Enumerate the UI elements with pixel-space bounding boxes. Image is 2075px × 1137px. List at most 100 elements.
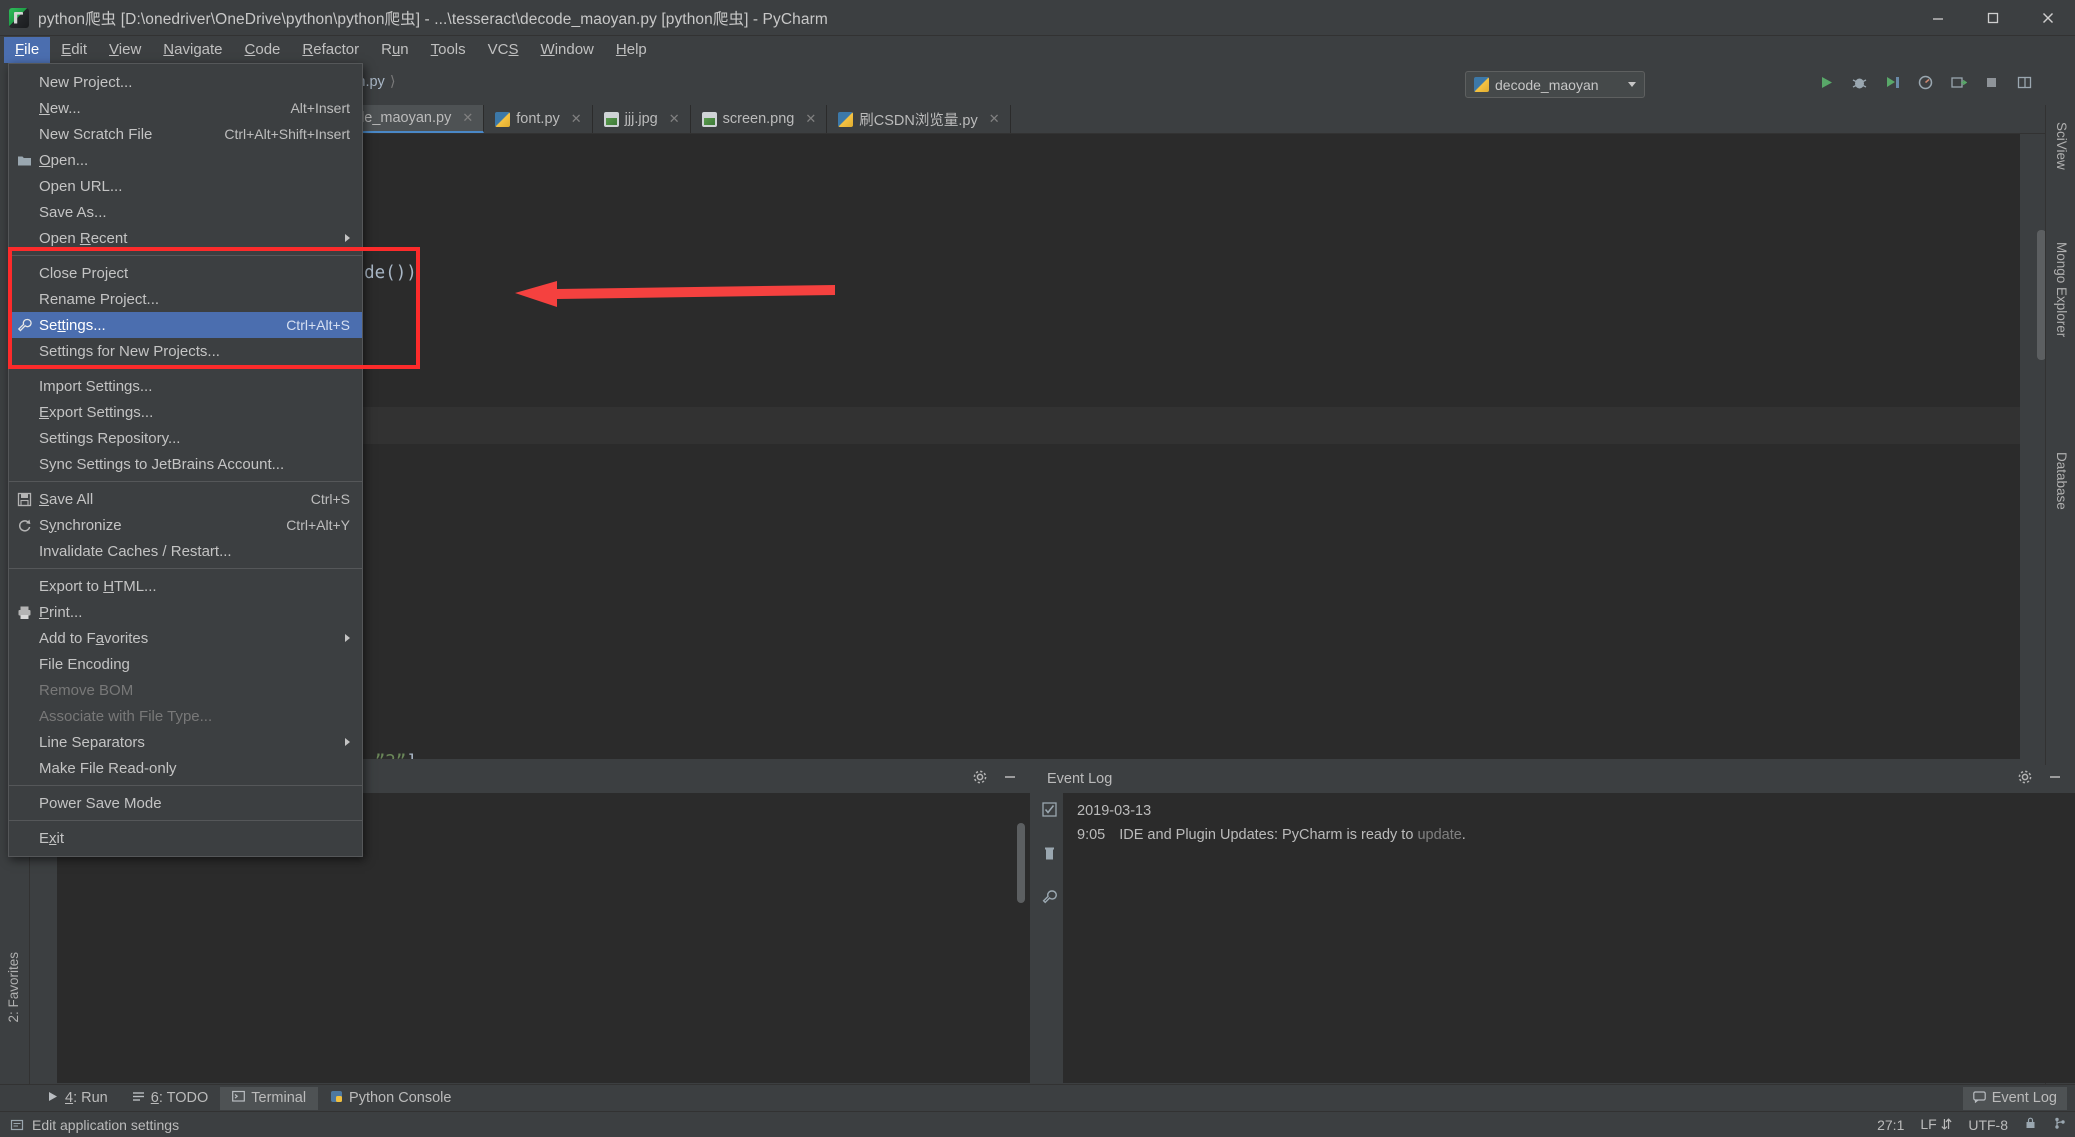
file-menu-item-new[interactable]: New... Alt+Insert <box>9 95 362 121</box>
file-menu-item-open[interactable]: Open... <box>9 147 362 173</box>
file-menu-item-open-url[interactable]: Open URL... <box>9 173 362 199</box>
bottom-tab-python-console[interactable]: Python Console <box>318 1087 463 1110</box>
event-log-update-link[interactable]: update <box>1417 827 1461 843</box>
maximize-button[interactable] <box>1965 0 2020 36</box>
menubar-item-window[interactable]: Window <box>530 37 605 63</box>
profile-button[interactable] <box>1914 71 1936 93</box>
sidebar-item-favorites[interactable]: 2: Favorites <box>2 945 25 1030</box>
file-menu-item-import-settings[interactable]: Import Settings... <box>9 373 362 399</box>
run-configuration-selector[interactable]: decode_maoyan <box>1465 71 1645 98</box>
save-icon <box>16 491 32 507</box>
file-menu-item-label: Make File Read-only <box>39 759 177 777</box>
sidebar-item-mongo-explorer[interactable]: Mongo Explorer <box>2050 235 2073 344</box>
close-icon[interactable]: ✕ <box>805 111 816 127</box>
file-menu-item-label: Invalidate Caches / Restart... <box>39 542 232 560</box>
file-encoding[interactable]: UTF-8 <box>1968 1117 2008 1133</box>
file-menu-item-rename-project[interactable]: Rename Project... <box>9 286 362 312</box>
file-menu-item-settings[interactable]: Settings... Ctrl+Alt+S <box>9 312 362 338</box>
minimize-button[interactable] <box>1910 0 1965 36</box>
file-menu-item-make-file-read-only[interactable]: Make File Read-only <box>9 755 362 781</box>
file-menu-item-label: Open URL... <box>39 177 123 195</box>
menubar-item-run[interactable]: Run <box>370 37 420 63</box>
close-icon[interactable]: ✕ <box>669 111 680 127</box>
bottom-tab-terminal[interactable]: Terminal <box>220 1086 319 1110</box>
file-menu-item-file-encoding[interactable]: File Encoding <box>9 651 362 677</box>
sidebar-item-database[interactable]: Database <box>2050 445 2073 517</box>
editor-tab[interactable]: jjj.jpg ✕ <box>592 105 691 133</box>
file-menu-item-power-save-mode[interactable]: Power Save Mode <box>9 790 362 816</box>
menu-separator <box>9 255 362 256</box>
file-menu-item-label: Print... <box>39 603 83 621</box>
file-menu-item-label: Settings for New Projects... <box>39 342 220 360</box>
lock-icon[interactable] <box>2024 1116 2037 1133</box>
trash-icon[interactable] <box>1041 845 1058 867</box>
menu-separator <box>9 368 362 369</box>
file-menu-item-new-scratch-file[interactable]: New Scratch File Ctrl+Alt+Shift+Insert <box>9 121 362 147</box>
file-menu-item-save-as[interactable]: Save As... <box>9 199 362 225</box>
file-menu-item-settings-for-new-projects[interactable]: Settings for New Projects... <box>9 338 362 364</box>
file-menu-item-export-settings[interactable]: Export Settings... <box>9 399 362 425</box>
close-icon[interactable]: ✕ <box>462 110 473 126</box>
mark-read-icon[interactable] <box>1041 801 1058 823</box>
editor-tab[interactable]: font.py ✕ <box>484 105 593 133</box>
menubar-item-refactor[interactable]: Refactor <box>291 37 370 63</box>
close-button[interactable] <box>2020 0 2075 36</box>
branch-icon[interactable] <box>2053 1116 2067 1133</box>
hide-panel-icon[interactable] <box>2047 769 2063 790</box>
bottom-tab-run[interactable]: 4: Run <box>34 1087 120 1110</box>
menubar-item-code[interactable]: Code <box>234 37 292 63</box>
file-menu-item-label: Associate with File Type... <box>39 707 213 725</box>
terminal-scrollbar[interactable] <box>1017 823 1025 903</box>
menubar-item-view[interactable]: View <box>98 37 152 63</box>
hide-panel-icon[interactable] <box>1002 769 1018 790</box>
gear-icon[interactable] <box>972 769 988 790</box>
layout-button[interactable] <box>2013 71 2035 93</box>
editor-tab[interactable]: 刷CSDN浏览量.py ✕ <box>827 105 1011 133</box>
file-menu-item-close-project[interactable]: Close Project <box>9 260 362 286</box>
debug-button[interactable] <box>1848 71 1870 93</box>
attach-debugger-button[interactable] <box>1947 71 1969 93</box>
file-menu-item-label: Close Project <box>39 264 129 282</box>
bottom-tab-todo[interactable]: 6: TODO <box>120 1087 221 1110</box>
menubar-item-edit[interactable]: Edit <box>50 37 98 63</box>
chevron-right-icon <box>345 634 350 642</box>
pycharm-icon <box>9 7 29 28</box>
file-menu-item-save-all[interactable]: Save All Ctrl+S <box>9 486 362 512</box>
file-menu-item-settings-repository[interactable]: Settings Repository... <box>9 425 362 451</box>
event-log-panel: Event Log 2019-03-13 9:05 IDE and Plugin… <box>1035 765 2075 1083</box>
menubar-item-navigate[interactable]: Navigate <box>152 37 233 63</box>
run-button[interactable] <box>1815 71 1837 93</box>
file-menu-item-exit[interactable]: Exit <box>9 825 362 851</box>
run-coverage-button[interactable] <box>1881 71 1903 93</box>
file-menu-item-export-to-html[interactable]: Export to HTML... <box>9 573 362 599</box>
bottom-tab-label: 4: Run <box>65 1090 108 1106</box>
sidebar-item-sciview[interactable]: SciView <box>2050 115 2073 177</box>
caret-position[interactable]: 27:1 <box>1877 1117 1904 1133</box>
event-log-toggle-button[interactable]: Event Log <box>1962 1086 2067 1110</box>
file-menu-item-new-project[interactable]: New Project... <box>9 69 362 95</box>
editor-tab[interactable]: screen.png ✕ <box>690 105 828 133</box>
event-log-message: IDE and Plugin Updates: PyCharm is ready… <box>1119 827 1466 843</box>
close-icon[interactable]: ✕ <box>571 111 582 127</box>
stop-button[interactable] <box>1980 71 2002 93</box>
file-menu-item-invalidate-caches-restart[interactable]: Invalidate Caches / Restart... <box>9 538 362 564</box>
settings-wrench-icon[interactable] <box>1041 889 1058 911</box>
file-menu-item-sync-settings-to-jetbrains-account[interactable]: Sync Settings to JetBrains Account... <box>9 451 362 477</box>
file-menu-item-synchronize[interactable]: Synchronize Ctrl+Alt+Y <box>9 512 362 538</box>
menubar-item-file[interactable]: File <box>4 36 51 63</box>
gear-icon[interactable] <box>2017 769 2033 790</box>
menubar-item-tools[interactable]: Tools <box>420 37 477 63</box>
close-icon[interactable]: ✕ <box>989 111 1000 127</box>
file-menu-item-shortcut: Ctrl+Alt+Shift+Insert <box>224 126 350 142</box>
file-menu-dropdown[interactable]: New Project... New... Alt+Insert New Scratc… <box>8 63 363 857</box>
line-separator[interactable]: LF ⇵ <box>1920 1116 1952 1133</box>
file-menu-item-print[interactable]: Print... <box>9 599 362 625</box>
file-menu-item-open-recent[interactable]: Open Recent <box>9 225 362 251</box>
pycharm-window: python爬虫 [D:\onedriver\OneDrive\python\p… <box>0 0 2075 1137</box>
chevron-right-icon <box>345 738 350 746</box>
menubar-item-vcs[interactable]: VCS <box>477 37 530 63</box>
menubar-item-help[interactable]: Help <box>605 37 658 63</box>
chevron-down-icon <box>1628 82 1636 87</box>
file-menu-item-line-separators[interactable]: Line Separators <box>9 729 362 755</box>
file-menu-item-add-to-favorites[interactable]: Add to Favorites <box>9 625 362 651</box>
